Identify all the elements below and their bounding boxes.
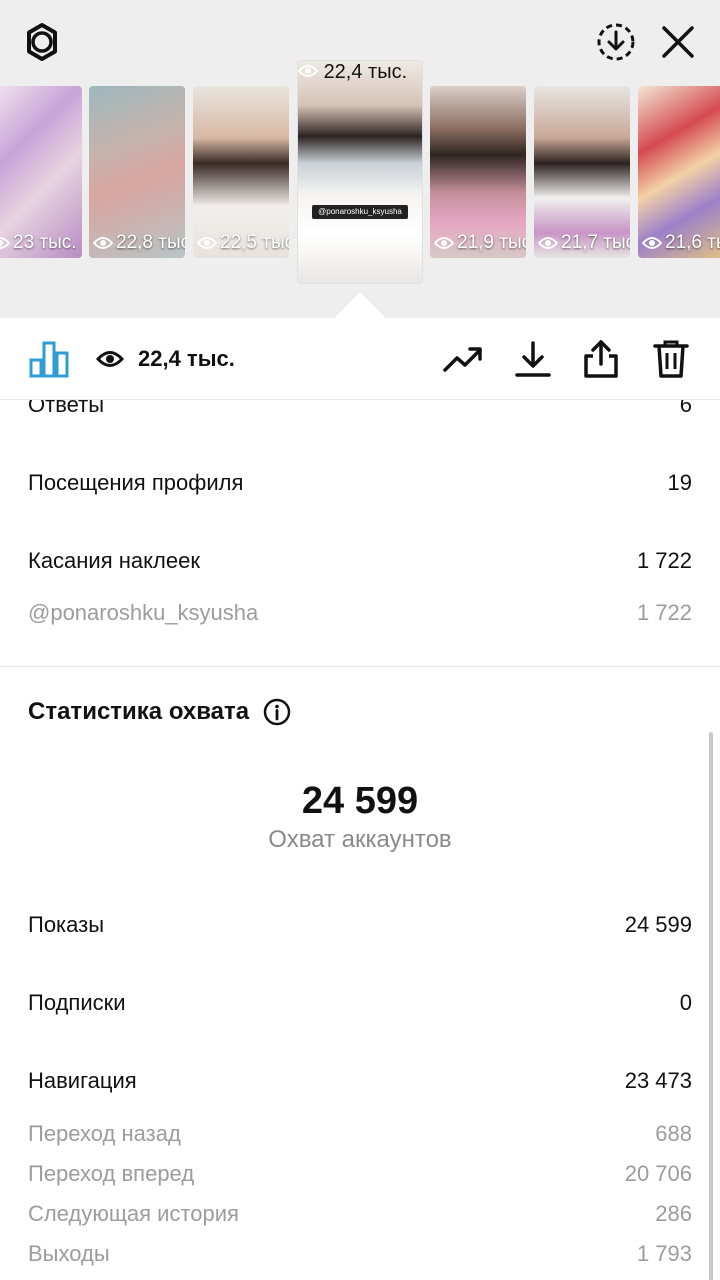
story-views-label: 22,4 тыс. xyxy=(323,61,408,83)
story-views-label: 22,5 тыс. xyxy=(220,232,289,253)
story-views: 22,8 тыс. xyxy=(89,232,185,254)
stat-label: Переход вперед xyxy=(28,1161,195,1186)
close-button[interactable] xyxy=(654,18,702,66)
stat-label: Следующая история xyxy=(28,1201,239,1226)
delete-button[interactable] xyxy=(648,338,694,380)
stat-row-follows: Подписки 0 xyxy=(28,990,692,1016)
story-views-label: 21,9 тыс. xyxy=(457,232,526,253)
accounts-reached-label: Охват аккаунтов xyxy=(268,826,452,853)
reach-title: Статистика охвата xyxy=(28,698,250,725)
story-views-summary: 22,4 тыс. xyxy=(96,338,235,380)
eye-icon xyxy=(298,65,319,77)
gear-icon xyxy=(27,23,57,61)
stat-value: 6 xyxy=(679,400,692,417)
story-thumbnail-selected[interactable]: @ponaroshku_ksyusha 22,4 тыс. xyxy=(298,61,422,283)
eye-icon xyxy=(96,351,124,367)
info-icon[interactable] xyxy=(263,698,291,726)
bar-chart-icon xyxy=(29,341,69,378)
insights-toolbar: 22,4 тыс. xyxy=(0,318,720,400)
story-sticker-mention: @ponaroshku_ksyusha xyxy=(312,205,408,219)
reach-section-title: Статистика охвата xyxy=(28,698,291,726)
stat-label: Показы xyxy=(28,912,105,937)
story-views: 21,7 тыс. xyxy=(534,232,630,254)
stat-value: 1 722 xyxy=(636,600,692,625)
stat-label: Подписки xyxy=(28,990,126,1015)
stat-value: 0 xyxy=(679,990,692,1015)
stat-value: 1 722 xyxy=(636,548,692,573)
stat-value: 23 473 xyxy=(624,1068,692,1093)
stat-label: Ответы xyxy=(28,400,105,417)
accounts-reached-value: 24 599 xyxy=(301,780,419,822)
stat-value: 20 706 xyxy=(624,1161,692,1186)
story-thumbnail[interactable]: 21,9 тыс. xyxy=(430,86,526,258)
story-views: 22,4 тыс. xyxy=(298,61,422,84)
insights-list[interactable]: Ответы 6 Посещения профиля 19 Касания на… xyxy=(0,400,720,1280)
story-views-label: 21,6 тыс. xyxy=(665,232,720,253)
stat-row-profile-visits: Посещения профиля 19 xyxy=(28,470,692,496)
settings-button[interactable] xyxy=(18,18,66,66)
stat-label: @ponaroshku_ksyusha xyxy=(28,600,259,625)
stat-value: 286 xyxy=(655,1201,692,1226)
story-thumbnail[interactable]: 21,6 тыс. xyxy=(638,86,720,258)
story-views: 21,6 тыс. xyxy=(638,232,720,254)
trash-icon xyxy=(653,340,689,378)
views-count: 22,4 тыс. xyxy=(138,346,235,371)
save-story-button[interactable] xyxy=(592,18,640,66)
stat-label: Переход назад xyxy=(28,1121,181,1146)
stat-label: Выходы xyxy=(28,1241,110,1266)
share-button[interactable] xyxy=(578,338,624,380)
stat-value: 688 xyxy=(655,1121,692,1146)
download-circle-icon xyxy=(597,23,635,61)
trending-up-icon xyxy=(443,347,482,372)
story-carousel-area: 23 тыс. 22,8 тыс. 22,5 тыс. 21,9 тыс. xyxy=(0,0,720,344)
story-views-label: 23 тыс. xyxy=(13,232,77,253)
eye-icon xyxy=(434,237,454,249)
insights-tab-button[interactable] xyxy=(26,338,72,380)
share-icon xyxy=(584,340,618,378)
stat-row-exits: Выходы 1 793 xyxy=(28,1241,692,1267)
stat-value: 24 599 xyxy=(624,912,692,937)
eye-icon xyxy=(93,237,113,249)
stat-label: Касания наклеек xyxy=(28,548,200,573)
stat-row-sticker-mention: @ponaroshku_ksyusha 1 722 xyxy=(28,600,692,626)
stat-row-next-story: Следующая история 286 xyxy=(28,1201,692,1227)
story-thumbnail[interactable]: 23 тыс. xyxy=(0,86,82,258)
section-divider xyxy=(0,666,720,667)
eye-icon xyxy=(197,237,217,249)
close-icon xyxy=(662,26,694,58)
scrollbar[interactable] xyxy=(709,732,713,1280)
stat-value: 1 793 xyxy=(636,1241,692,1266)
eye-icon xyxy=(642,237,662,249)
story-views: 21,9 тыс. xyxy=(430,232,526,254)
story-views: 23 тыс. xyxy=(0,232,82,254)
stat-label: Посещения профиля xyxy=(28,470,244,495)
download-icon xyxy=(515,341,551,377)
stat-row-replies: Ответы 6 xyxy=(28,400,692,418)
stat-row-impressions: Показы 24 599 xyxy=(28,912,692,938)
stat-row-sticker-taps: Касания наклеек 1 722 xyxy=(28,548,692,574)
stat-value: 19 xyxy=(667,470,692,495)
story-thumbnail[interactable]: 22,5 тыс. xyxy=(193,86,289,258)
stat-row-navigation: Навигация 23 473 xyxy=(28,1068,692,1094)
eye-icon xyxy=(0,237,10,249)
story-views-label: 22,8 тыс. xyxy=(116,232,185,253)
story-thumbnail[interactable]: 21,7 тыс. xyxy=(534,86,630,258)
story-thumbnail[interactable]: 22,8 тыс. xyxy=(89,86,185,258)
promote-button[interactable] xyxy=(440,338,486,380)
story-views: 22,5 тыс. xyxy=(193,232,289,254)
stat-row-forward: Переход вперед 20 706 xyxy=(28,1161,692,1187)
stat-label: Навигация xyxy=(28,1068,137,1093)
eye-icon xyxy=(538,237,558,249)
stat-row-back: Переход назад 688 xyxy=(28,1121,692,1147)
story-views-label: 21,7 тыс. xyxy=(561,232,630,253)
download-button[interactable] xyxy=(510,338,556,380)
